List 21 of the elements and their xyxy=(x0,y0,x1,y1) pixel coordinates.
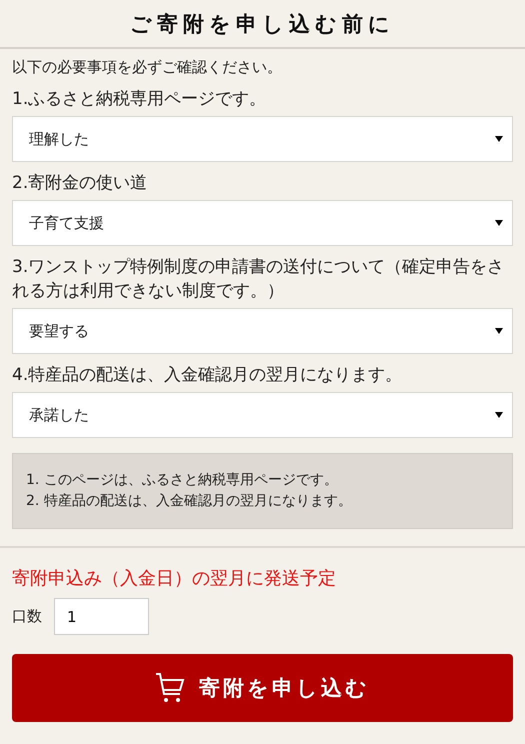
page-title: ご寄附を申し込む前に xyxy=(130,10,395,38)
quantity-label: 口数 xyxy=(12,607,42,626)
caret-icon xyxy=(495,220,503,226)
select-field[interactable]: 理解した xyxy=(12,116,513,162)
intro-text: 以下の必要事項を必ずご確認ください。 xyxy=(12,58,283,77)
question-label: 2.寄附金の使い道 xyxy=(12,172,148,195)
submit-button[interactable]: 寄附を申し込む xyxy=(12,654,513,722)
caret-icon xyxy=(495,328,503,334)
question-label: 4.特産品の配送は、入金確認月の翌月になります。 xyxy=(12,364,404,387)
question-label: 1.ふるさと納税専用ページです。 xyxy=(12,88,268,111)
select-field[interactable]: 子育て支援 xyxy=(12,200,513,246)
caret-icon xyxy=(495,136,503,142)
note-text: 1. このページは、ふるさと納税専用ページです。 xyxy=(26,471,339,490)
select-field[interactable]: 承諾した xyxy=(12,392,513,438)
shipping-notice: 寄附申込み（入金日）の翌月に発送予定 xyxy=(12,567,337,591)
question-label: 3.ワンストップ特例制度の申請書の送付について（確定申告をされる方は利用できない制度です。） xyxy=(12,256,506,303)
caret-icon xyxy=(495,412,503,418)
cart-icon xyxy=(155,672,185,704)
quantity-field[interactable]: 1 xyxy=(54,598,149,635)
select-field[interactable]: 要望する xyxy=(12,308,513,354)
note-text: 2. 特産品の配送は、入金確認月の翌月になります。 xyxy=(26,492,353,511)
